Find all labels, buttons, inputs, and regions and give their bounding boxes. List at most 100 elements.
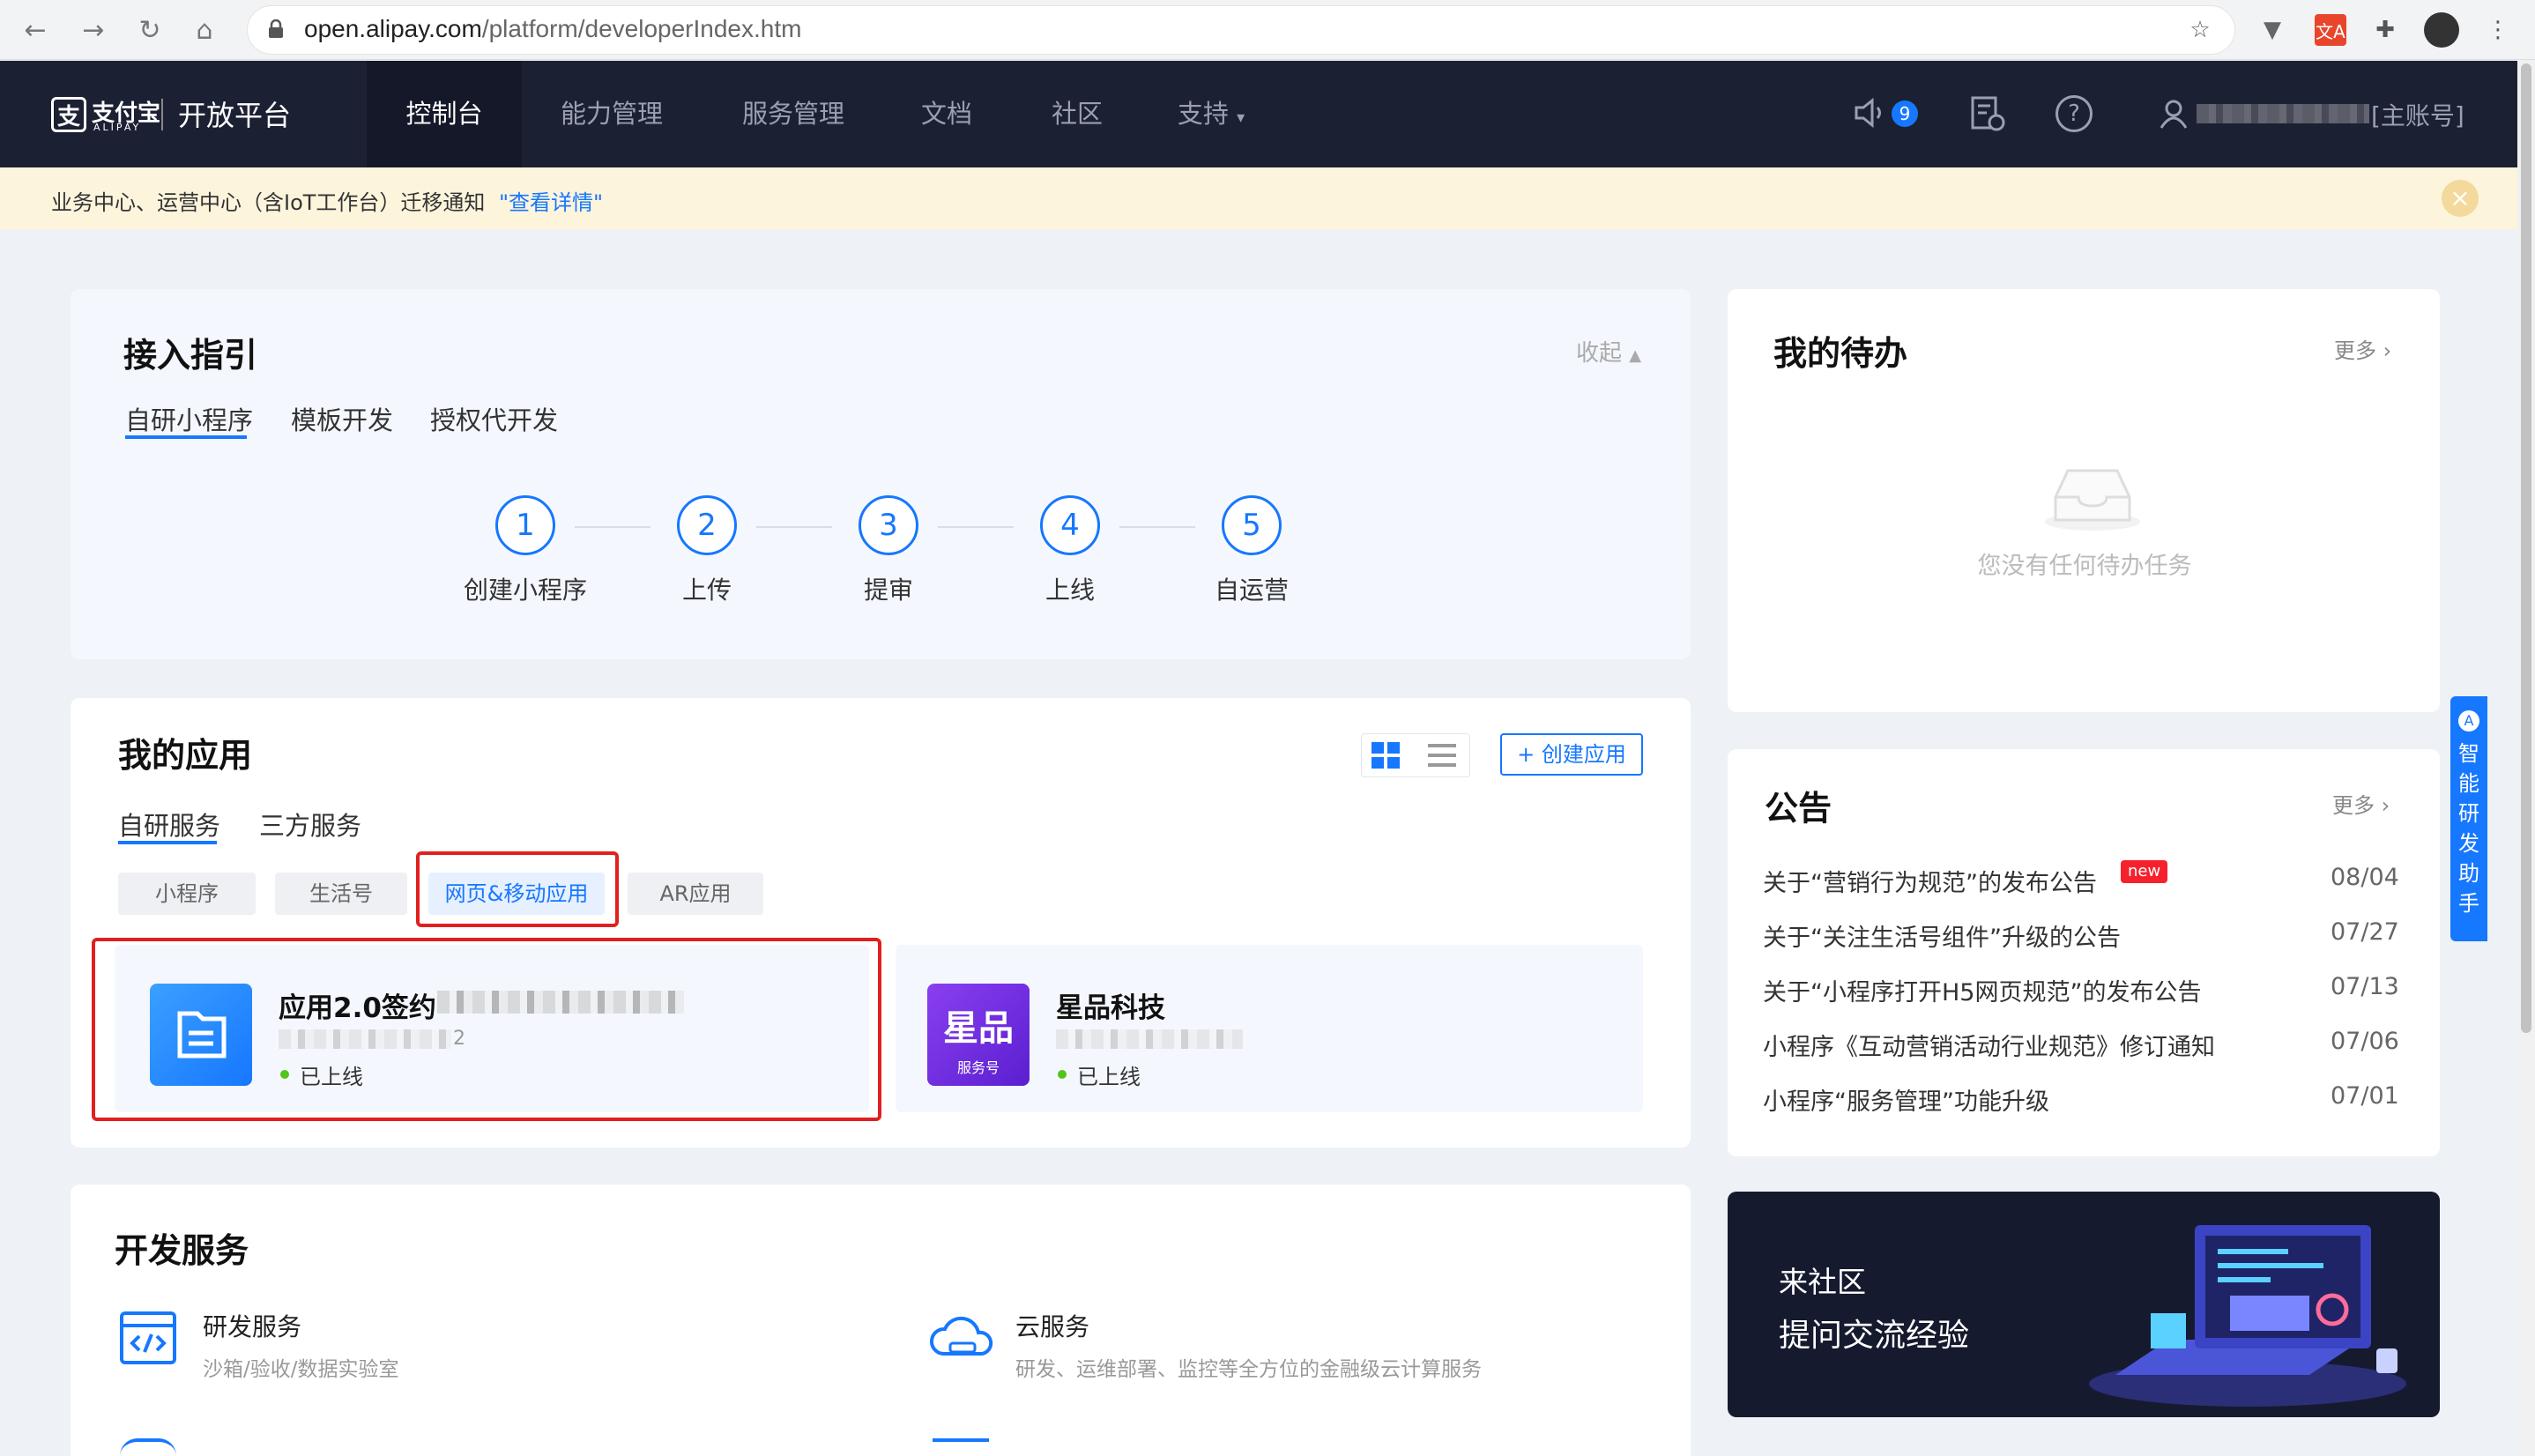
step-connector (1119, 526, 1195, 528)
dev-item-2-name[interactable]: 云服务 (1015, 1308, 1089, 1343)
status-dot (280, 1070, 289, 1079)
step-4-label: 上线 (1044, 576, 1095, 605)
guide-tab-template[interactable]: 模板开发 (291, 400, 393, 437)
announce-date: 07/27 (2331, 918, 2399, 946)
nav-docs[interactable]: 文档 (899, 61, 994, 167)
close-icon[interactable]: × (2442, 180, 2479, 217)
app-1-name-blurred (437, 991, 684, 1014)
step-2-label: 上传 (681, 576, 732, 605)
notice-link[interactable]: "查看详情" (499, 185, 603, 216)
guide-tab-self[interactable]: 自研小程序 (125, 400, 253, 437)
dev-item-2-desc: 研发、运维部署、监控等全方位的金融级云计算服务 (1015, 1358, 1482, 1381)
create-app-button[interactable]: + 创建应用 (1500, 733, 1643, 776)
dev-item-1-name[interactable]: 研发服务 (203, 1308, 301, 1343)
speaker-icon[interactable] (1853, 95, 1888, 130)
apps-tab-self[interactable]: 自研服务 (118, 806, 220, 843)
chip-ar[interactable]: AR应用 (628, 873, 763, 915)
user-icon[interactable] (2160, 99, 2188, 129)
caret-up-icon: ▲ (1629, 346, 1642, 365)
todo-empty-text: 您没有任何待办任务 (1977, 553, 2192, 580)
community-line-2: 提问交流经验 (1779, 1318, 1970, 1354)
dev-title: 开发服务 (115, 1231, 249, 1270)
cloud-icon (929, 1311, 996, 1368)
platform-title: 开放平台 (178, 99, 292, 132)
app-1-name: 应用2.0签约 (279, 992, 436, 1024)
step-5-circle[interactable]: 5 (1222, 495, 1282, 555)
announce-date: 07/06 (2331, 1028, 2399, 1055)
announce-item[interactable]: 关于“营销行为规范”的发布公告 (1763, 864, 2097, 898)
code-window-icon (118, 1308, 178, 1368)
app-1-status: 已上线 (300, 1065, 363, 1089)
announce-item[interactable]: 关于“小程序打开H5网页规范”的发布公告 (1763, 973, 2201, 1007)
announce-item[interactable]: 小程序“服务管理”功能升级 (1763, 1082, 2049, 1117)
star-icon[interactable]: ☆ (2184, 14, 2216, 46)
announce-date: 08/04 (2331, 864, 2399, 891)
monitor-icon-partial (933, 1438, 989, 1456)
chip-miniprogram[interactable]: 小程序 (118, 873, 256, 915)
new-badge: new (2121, 860, 2168, 883)
step-3-circle[interactable]: 3 (859, 495, 918, 555)
empty-inbox-icon (2043, 457, 2142, 532)
security-icon-partial (120, 1438, 176, 1456)
step-connector (575, 526, 650, 528)
step-connector (756, 526, 832, 528)
announce-more-link[interactable]: 更多 › (2332, 788, 2390, 819)
url-text: open.alipay.com/platform/developerIndex.… (304, 15, 802, 42)
community-banner[interactable] (1728, 1192, 2440, 1417)
lock-icon (268, 19, 284, 39)
app-service-icon: 星品 服务号 (927, 984, 1030, 1086)
chevron-right-icon: › (2381, 793, 2390, 818)
profile-avatar[interactable] (2424, 12, 2459, 48)
nav-service[interactable]: 服务管理 (721, 61, 866, 167)
browser-toolbar: ← → ↻ ⌂ open.alipay.com/platform/develop… (0, 0, 2535, 60)
notice-text: 业务中心、运营中心（含IoT工作台）迁移通知 (51, 190, 486, 215)
apps-tab-third-party[interactable]: 三方服务 (259, 806, 361, 843)
highlight-box (416, 851, 619, 927)
tab-underline (125, 435, 247, 439)
nav-console[interactable]: 控制台 (367, 61, 522, 167)
extension-translate-icon[interactable]: 文A (2315, 14, 2346, 46)
browser-menu-icon[interactable]: ⋮ (2482, 14, 2514, 46)
list-view-icon[interactable] (1426, 740, 1458, 770)
announce-title: 公告 (1765, 789, 1832, 828)
extensions-puzzle-icon[interactable]: ✚ (2369, 14, 2401, 46)
announce-item[interactable]: 关于“关注生活号组件”升级的公告 (1763, 918, 2121, 953)
nav-capability[interactable]: 能力管理 (539, 61, 684, 167)
reload-icon[interactable]: ↻ (132, 12, 167, 48)
step-4-circle[interactable]: 4 (1040, 495, 1100, 555)
dev-services-card (71, 1185, 1691, 1456)
alipay-logo-icon: 支 (51, 97, 86, 132)
todo-more-link[interactable]: 更多 › (2334, 333, 2391, 364)
announce-item[interactable]: 小程序《互动营销活动行业规范》修订通知 (1763, 1028, 2215, 1062)
chip-lifestyle[interactable]: 生活号 (275, 873, 407, 915)
app-2-name: 星品科技 (1056, 992, 1165, 1024)
grid-view-icon[interactable] (1370, 740, 1401, 770)
todo-title: 我的待办 (1773, 334, 1908, 373)
nav-community[interactable]: 社区 (1030, 61, 1125, 167)
nav-support[interactable]: 支持 ▾ (1163, 61, 1259, 167)
assistant-tab[interactable]: A 智能研发助手 (2450, 696, 2487, 941)
app-1-id-blurred (279, 1029, 451, 1049)
announce-date: 07/01 (2331, 1082, 2399, 1110)
notification-badge: 9 (1892, 100, 1918, 127)
developer-illustration (2089, 1225, 2406, 1407)
logo-text-en: ALIPAY (93, 122, 142, 133)
extension-v-icon[interactable]: ▼ (2256, 14, 2288, 46)
step-2-circle[interactable]: 2 (677, 495, 737, 555)
caret-down-icon: ▾ (1237, 108, 1245, 127)
logo-divider (161, 99, 163, 130)
scrollbar-thumb[interactable] (2521, 63, 2531, 1033)
guide-title: 接入指引 (123, 336, 258, 375)
guide-tab-authorized[interactable]: 授权代开发 (430, 400, 558, 437)
announce-date: 07/13 (2331, 973, 2399, 1000)
plus-icon: + (1517, 742, 1535, 767)
tasks-icon[interactable] (1969, 95, 2006, 132)
help-icon[interactable]: ? (2056, 95, 2093, 132)
collapse-button[interactable]: 收起 ▲ (1576, 335, 1641, 368)
home-icon[interactable]: ⌂ (187, 12, 222, 48)
account-type[interactable]: [主账号] (2371, 97, 2464, 132)
back-icon[interactable]: ← (18, 12, 53, 48)
forward-icon[interactable]: → (76, 12, 111, 48)
dev-item-1-desc: 沙箱/验收/数据实验室 (203, 1358, 399, 1381)
step-1-circle[interactable]: 1 (495, 495, 555, 555)
